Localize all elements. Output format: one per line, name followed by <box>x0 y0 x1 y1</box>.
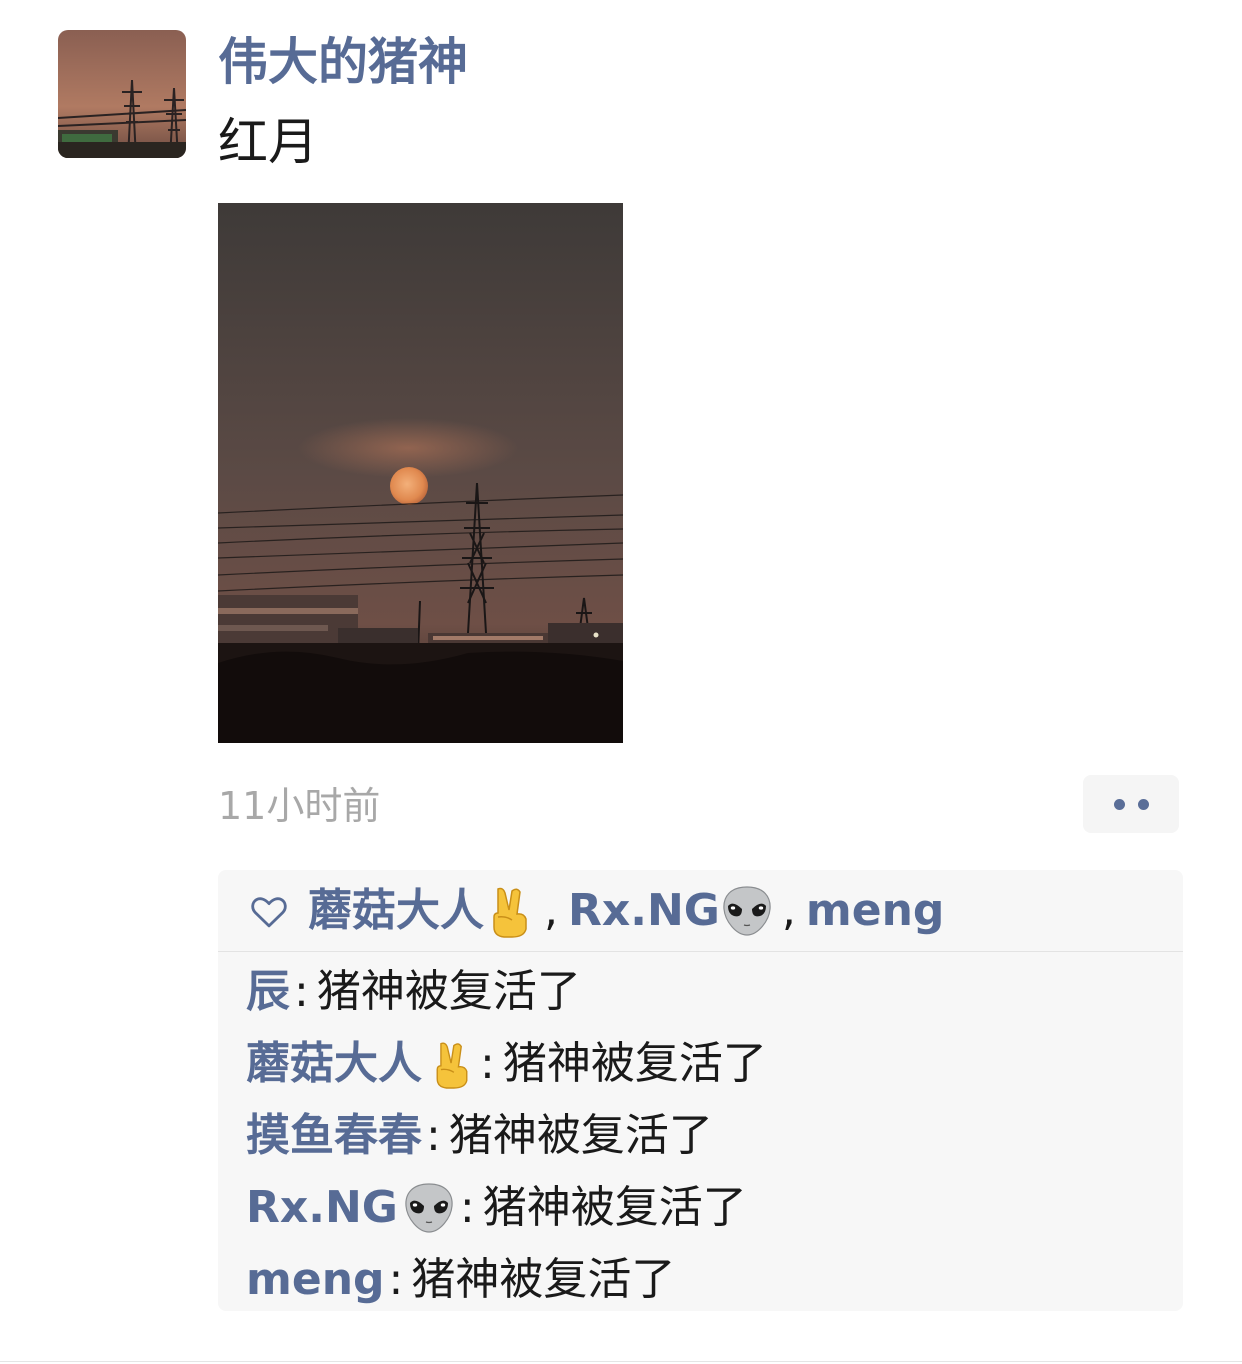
avatar-image <box>58 30 186 158</box>
more-dots-icon <box>1113 798 1125 810</box>
alien-emoji <box>405 1183 453 1233</box>
comment-text: 猪神被复活了 <box>411 1254 676 1305</box>
comment-author[interactable]: 辰 <box>246 956 290 1028</box>
comment-author[interactable]: meng <box>246 1244 385 1311</box>
comment-colon: : <box>480 1038 495 1089</box>
post-text: 红月 <box>218 113 318 171</box>
likes-separator: , <box>781 884 796 936</box>
victory-hand-emoji <box>493 887 527 938</box>
post-author-name[interactable]: 伟大的猪神 <box>218 30 468 94</box>
comment-text: 猪神被复活了 <box>448 1110 713 1161</box>
comment-item[interactable]: meng : 猪神被复活了 <box>246 1244 1166 1311</box>
liker-name[interactable]: Rx.NG <box>568 870 720 952</box>
comment-item[interactable]: 辰 : 猪神被复活了 <box>246 956 1166 1028</box>
comment-text: 猪神被复活了 <box>482 1182 747 1233</box>
comment-author[interactable]: 蘑菇大人 <box>246 1028 422 1100</box>
comment-author[interactable]: Rx.NG <box>246 1172 398 1244</box>
likes-separator: , <box>544 884 558 936</box>
comment-colon: : <box>388 1254 404 1305</box>
comment-colon: : <box>426 1110 441 1161</box>
heart-outline-icon <box>251 896 287 927</box>
alien-emoji <box>723 885 771 936</box>
more-dots-icon <box>1137 798 1149 810</box>
comment-item[interactable]: Rx.NG : 猪神被复活了 <box>246 1172 1166 1244</box>
victory-hand-emoji <box>436 1042 468 1089</box>
liker-name[interactable]: 蘑菇大人 <box>308 870 484 952</box>
comment-colon: : <box>459 1182 475 1233</box>
liker-name[interactable]: meng <box>806 870 945 952</box>
comment-text: 猪神被复活了 <box>316 966 581 1017</box>
avatar[interactable] <box>58 30 186 158</box>
post-time: 11小时前 <box>218 784 381 828</box>
more-actions-button[interactable] <box>1083 775 1179 833</box>
comment-text: 猪神被复活了 <box>502 1038 767 1089</box>
comment-colon: : <box>294 966 309 1017</box>
comment-item[interactable]: 蘑菇大人 : 猪神被复活了 <box>246 1028 1166 1100</box>
comment-author[interactable]: 摸鱼春春 <box>246 1100 422 1172</box>
interactions-panel: 蘑菇大人 , Rx.NG , meng 辰 : 猪神被复活了 蘑菇大人: 猪神… <box>218 870 1183 1311</box>
comments-list: 辰 : 猪神被复活了 蘑菇大人 : 猪神被复活了 摸鱼春春 : 猪神被复活了 R… <box>246 956 1166 1311</box>
likes-row: 蘑菇大人 , Rx.NG , meng <box>218 870 1183 952</box>
bottom-divider <box>0 1361 1242 1362</box>
comment-item[interactable]: 摸鱼春春 : 猪神被复活了 <box>246 1100 1166 1172</box>
red-moon-photo <box>218 203 623 743</box>
post-photo[interactable] <box>218 203 623 743</box>
